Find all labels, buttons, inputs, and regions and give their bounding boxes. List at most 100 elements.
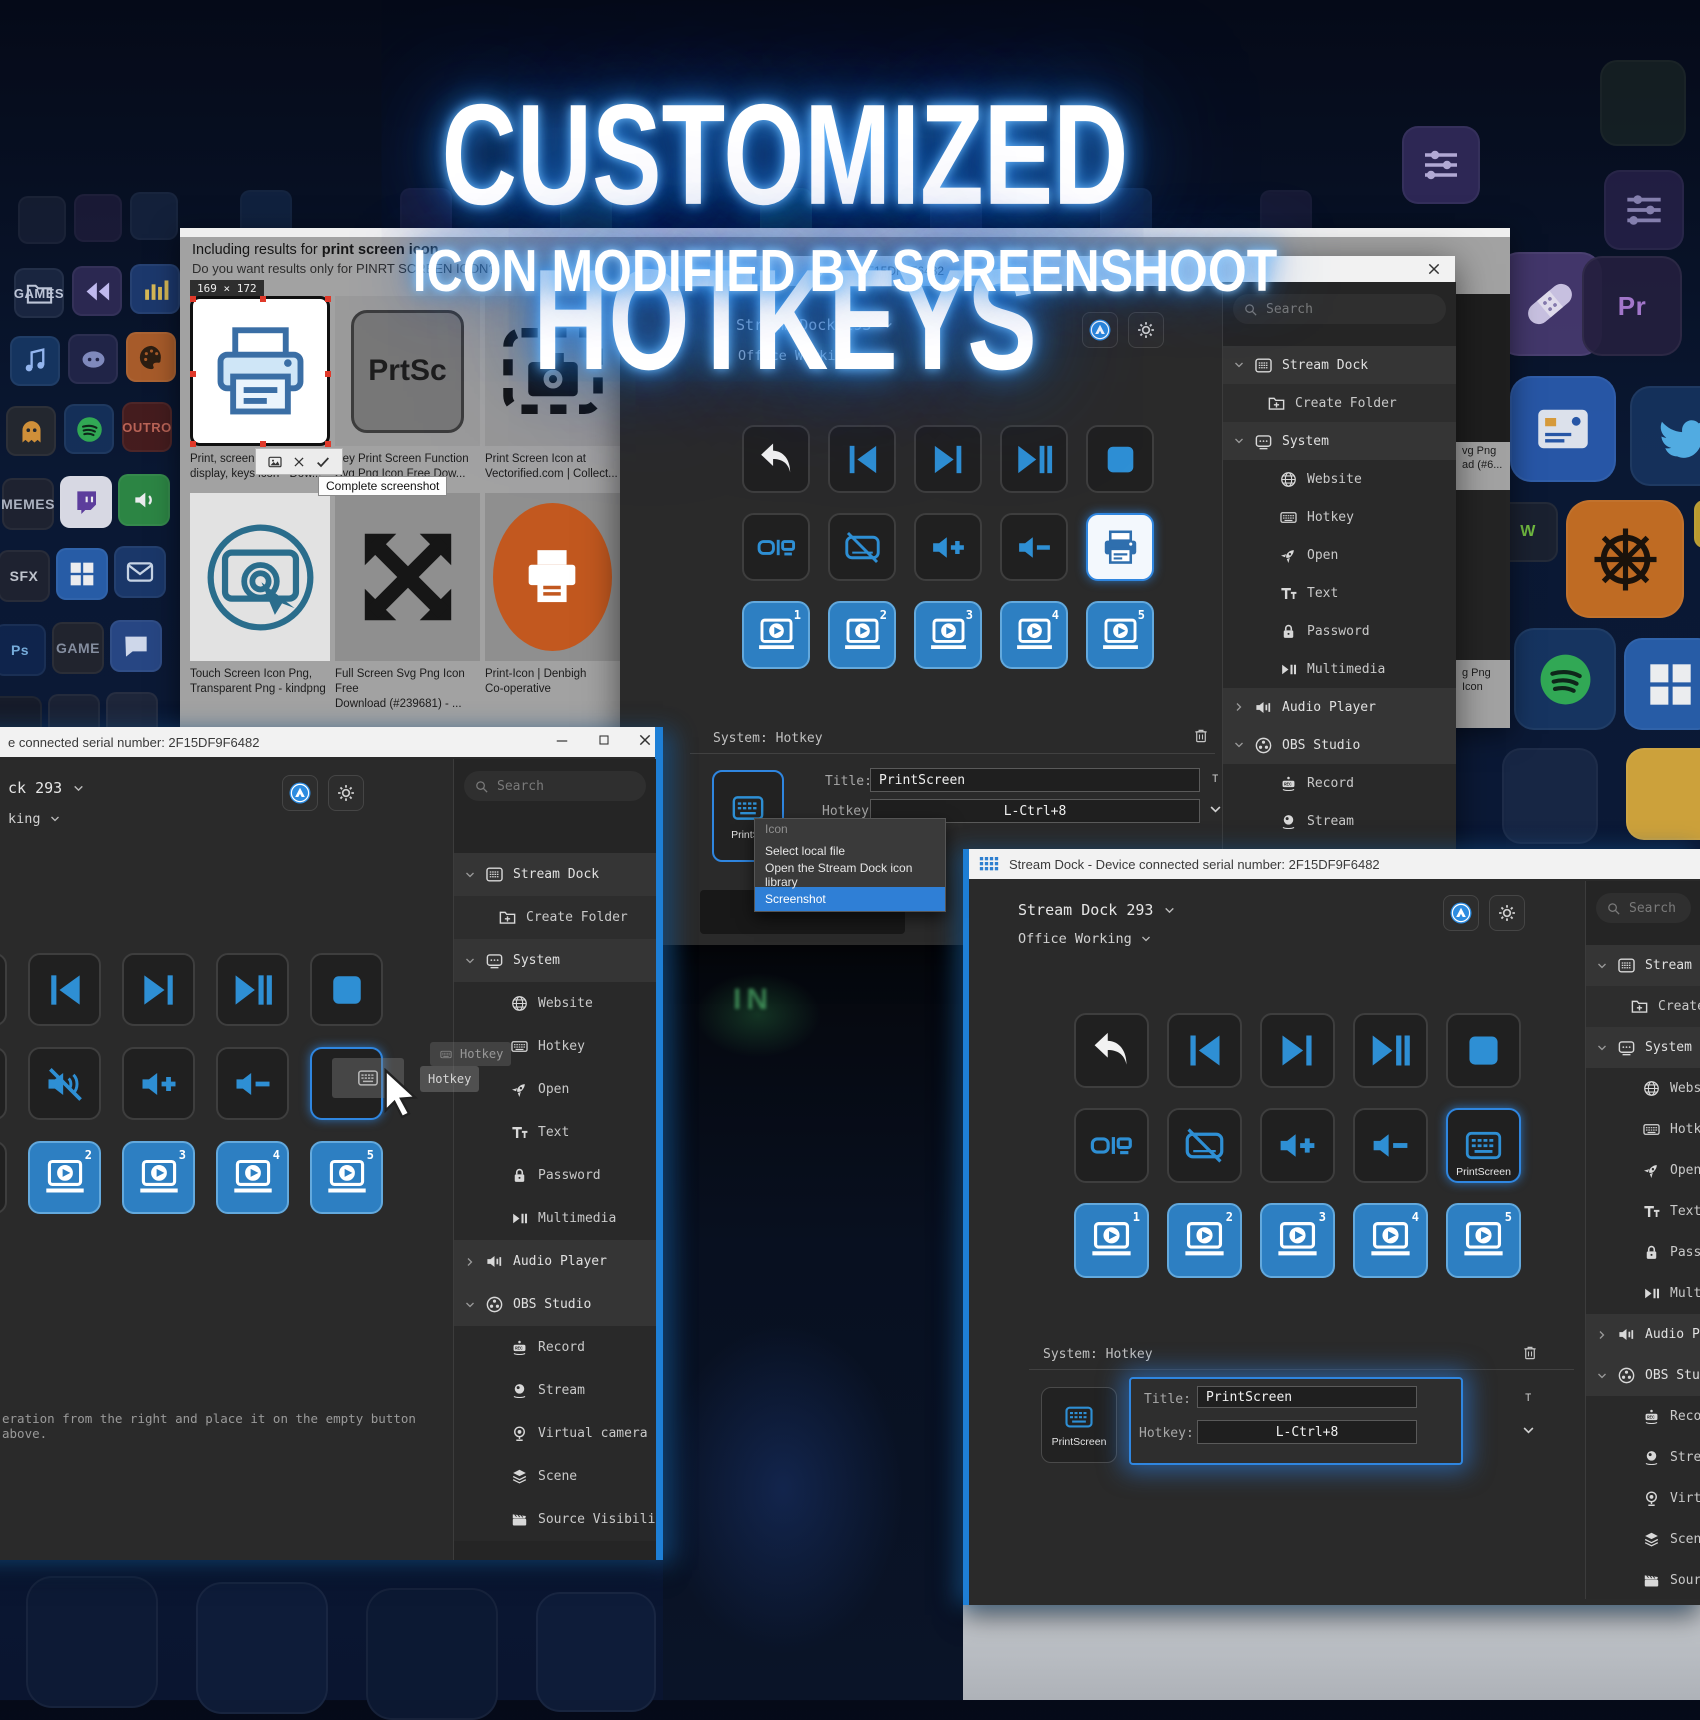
grid-button-stop[interactable] (310, 953, 383, 1026)
sidebar-item-stream[interactable]: Stream (1586, 1437, 1700, 1478)
grid-button-prev[interactable] (28, 953, 101, 1026)
sidebar-item-text[interactable]: Text (454, 1111, 656, 1154)
result-image-printer-orange[interactable] (485, 493, 620, 661)
sidebar-item-hotkey[interactable]: Hotkey (1223, 498, 1456, 536)
upload-button[interactable] (1443, 895, 1479, 931)
check-icon[interactable] (315, 454, 331, 470)
sidebar-item-multimedia[interactable]: Multimedia (1223, 650, 1456, 688)
grid-button-nextpause[interactable] (1353, 1013, 1428, 1088)
maximize-icon[interactable] (596, 732, 612, 748)
sidebar-item-obs-studio[interactable]: OBS Studio (1586, 1355, 1700, 1396)
sidebar-item-password[interactable]: Password (1223, 612, 1456, 650)
sidebar-item-create-folder[interactable]: Create Folder (454, 896, 656, 939)
text-format-icon[interactable]: T (1521, 1389, 1537, 1405)
title-field-input[interactable]: PrintScreen (870, 768, 1200, 792)
grid-button-prev[interactable] (828, 425, 896, 493)
sidebar-item-stream[interactable]: Stream (1223, 802, 1456, 840)
page-selector[interactable]: Office Working (1018, 931, 1152, 947)
sidebar-item-text[interactable]: Text (1223, 574, 1456, 612)
upload-button[interactable] (282, 775, 318, 811)
grid-button-page-2[interactable]: 2 (28, 1141, 101, 1214)
grid-button-screens[interactable] (742, 513, 810, 581)
sidebar-item-hotkey[interactable]: Hotkey (1586, 1109, 1700, 1150)
grid-button-screens[interactable] (1074, 1108, 1149, 1183)
grid-button-page-3[interactable]: 3 (122, 1141, 195, 1214)
sidebar-item-password[interactable]: Password (454, 1154, 656, 1197)
sidebar-item-stream-dock[interactable]: Stream Dock (454, 853, 656, 896)
sidebar-search-input[interactable]: Search (464, 771, 646, 801)
menu-item-open-icon-library[interactable]: Open the Stream Dock icon library (755, 863, 945, 887)
grid-button-vol-up[interactable] (1260, 1108, 1335, 1183)
sidebar-item-stream[interactable]: Stream (454, 1369, 656, 1412)
close-icon[interactable] (637, 732, 653, 748)
sidebar-item-system[interactable]: System (1223, 422, 1456, 460)
grid-button-printer[interactable] (1086, 513, 1154, 581)
sidebar-item-website[interactable]: Website (1586, 1068, 1700, 1109)
sidebar-item-obs-studio[interactable]: OBS Studio (454, 1283, 656, 1326)
sidebar-item-record[interactable]: RECRecord (1586, 1396, 1700, 1437)
menu-item-screenshot[interactable]: Screenshot (755, 887, 945, 911)
sidebar-item-website[interactable]: Website (454, 982, 656, 1025)
grid-button-vol-down[interactable] (216, 1047, 289, 1120)
sidebar-item-record[interactable]: RECRecord (454, 1326, 656, 1369)
sidebar-search-input[interactable]: Search (1596, 893, 1691, 923)
sidebar-item-audio-player[interactable]: Audio Player (1223, 688, 1456, 726)
settings-button[interactable] (1489, 895, 1525, 931)
menu-item-select-local-file[interactable]: Select local file (755, 839, 945, 863)
grid-button-vol-down[interactable] (1000, 513, 1068, 581)
sidebar-item-system[interactable]: System (1586, 1027, 1700, 1068)
title-field-input[interactable]: PrintScreen (1197, 1386, 1417, 1408)
sidebar-item-obs-studio[interactable]: OBS Studio (1223, 726, 1456, 764)
sidebar-item-open[interactable]: Open (1223, 536, 1456, 574)
grid-button-stop[interactable] (1446, 1013, 1521, 1088)
sidebar-item-source-visibility[interactable]: Source Visibility (1586, 1560, 1700, 1599)
selection-handle[interactable] (190, 441, 196, 447)
grid-button-mute[interactable] (28, 1047, 101, 1120)
grid-button-page-4[interactable]: 4 (1000, 601, 1068, 669)
selection-handle[interactable] (260, 441, 266, 447)
printscreen-icon-chip[interactable]: PrintScreen (1041, 1387, 1117, 1463)
selection-toolbar[interactable] (255, 448, 343, 475)
grid-button-nextpause[interactable] (1000, 425, 1068, 493)
sidebar-item-scene[interactable]: Scene (454, 1455, 656, 1498)
device-selector[interactable]: ck 293 (8, 779, 85, 797)
grid-button-nextpause[interactable] (216, 953, 289, 1026)
grid-button-page-1[interactable]: 1 (742, 601, 810, 669)
sidebar-item-scene[interactable]: Scene (1586, 1519, 1700, 1560)
sidebar-item-record[interactable]: RECRecord (1223, 764, 1456, 802)
grid-button-vol-up[interactable] (914, 513, 982, 581)
trash-icon[interactable] (1192, 727, 1210, 745)
settings-button[interactable] (328, 775, 364, 811)
grid-button-sliver[interactable] (0, 1047, 7, 1120)
grid-button-touchpad-off[interactable] (828, 513, 896, 581)
grid-button-prev[interactable] (1167, 1013, 1242, 1088)
device-selector[interactable]: Stream Dock 293 (1018, 901, 1176, 919)
sidebar-item-password[interactable]: Password (1586, 1232, 1700, 1273)
selection-handle[interactable] (325, 441, 331, 447)
grid-button-back[interactable] (742, 425, 810, 493)
minimize-icon[interactable] (553, 732, 571, 750)
sidebar-item-website[interactable]: Website (1223, 460, 1456, 498)
grid-button-page-2[interactable]: 2 (828, 601, 896, 669)
sidebar-item-multimedia[interactable]: Multimedia (454, 1197, 656, 1240)
grid-button-keyboard-big[interactable]: PrintScreen (1446, 1108, 1521, 1183)
sidebar-item-open[interactable]: Open (454, 1068, 656, 1111)
grid-button-vol-down[interactable] (1353, 1108, 1428, 1183)
grid-button-page-5[interactable]: 5 (1446, 1203, 1521, 1278)
grid-button-page-1[interactable]: 1 (1074, 1203, 1149, 1278)
grid-button-stop[interactable] (1086, 425, 1154, 493)
image-icon[interactable] (267, 454, 283, 470)
grid-button-page-3[interactable]: 3 (1260, 1203, 1335, 1278)
grid-button-next[interactable] (914, 425, 982, 493)
chevron-down-icon[interactable] (1208, 802, 1223, 817)
sidebar-item-system[interactable]: System (454, 939, 656, 982)
sidebar-item-create-folder[interactable]: Create Folder (1586, 986, 1700, 1027)
grid-button-page-2[interactable]: 2 (1167, 1203, 1242, 1278)
result-image-arrows[interactable] (335, 493, 480, 661)
sidebar-item-virtual-camera[interactable]: Virtual camera (454, 1412, 656, 1455)
sidebar-item-source-visibility[interactable]: Source Visibility (454, 1498, 656, 1541)
hotkey-field-input[interactable]: L-Ctrl+8 (1197, 1420, 1417, 1444)
sidebar-item-multimedia[interactable]: Multimedia (1586, 1273, 1700, 1314)
sidebar-item-virtual-camera[interactable]: Virtual camera (1586, 1478, 1700, 1519)
grid-button-sliver[interactable] (0, 1141, 7, 1214)
